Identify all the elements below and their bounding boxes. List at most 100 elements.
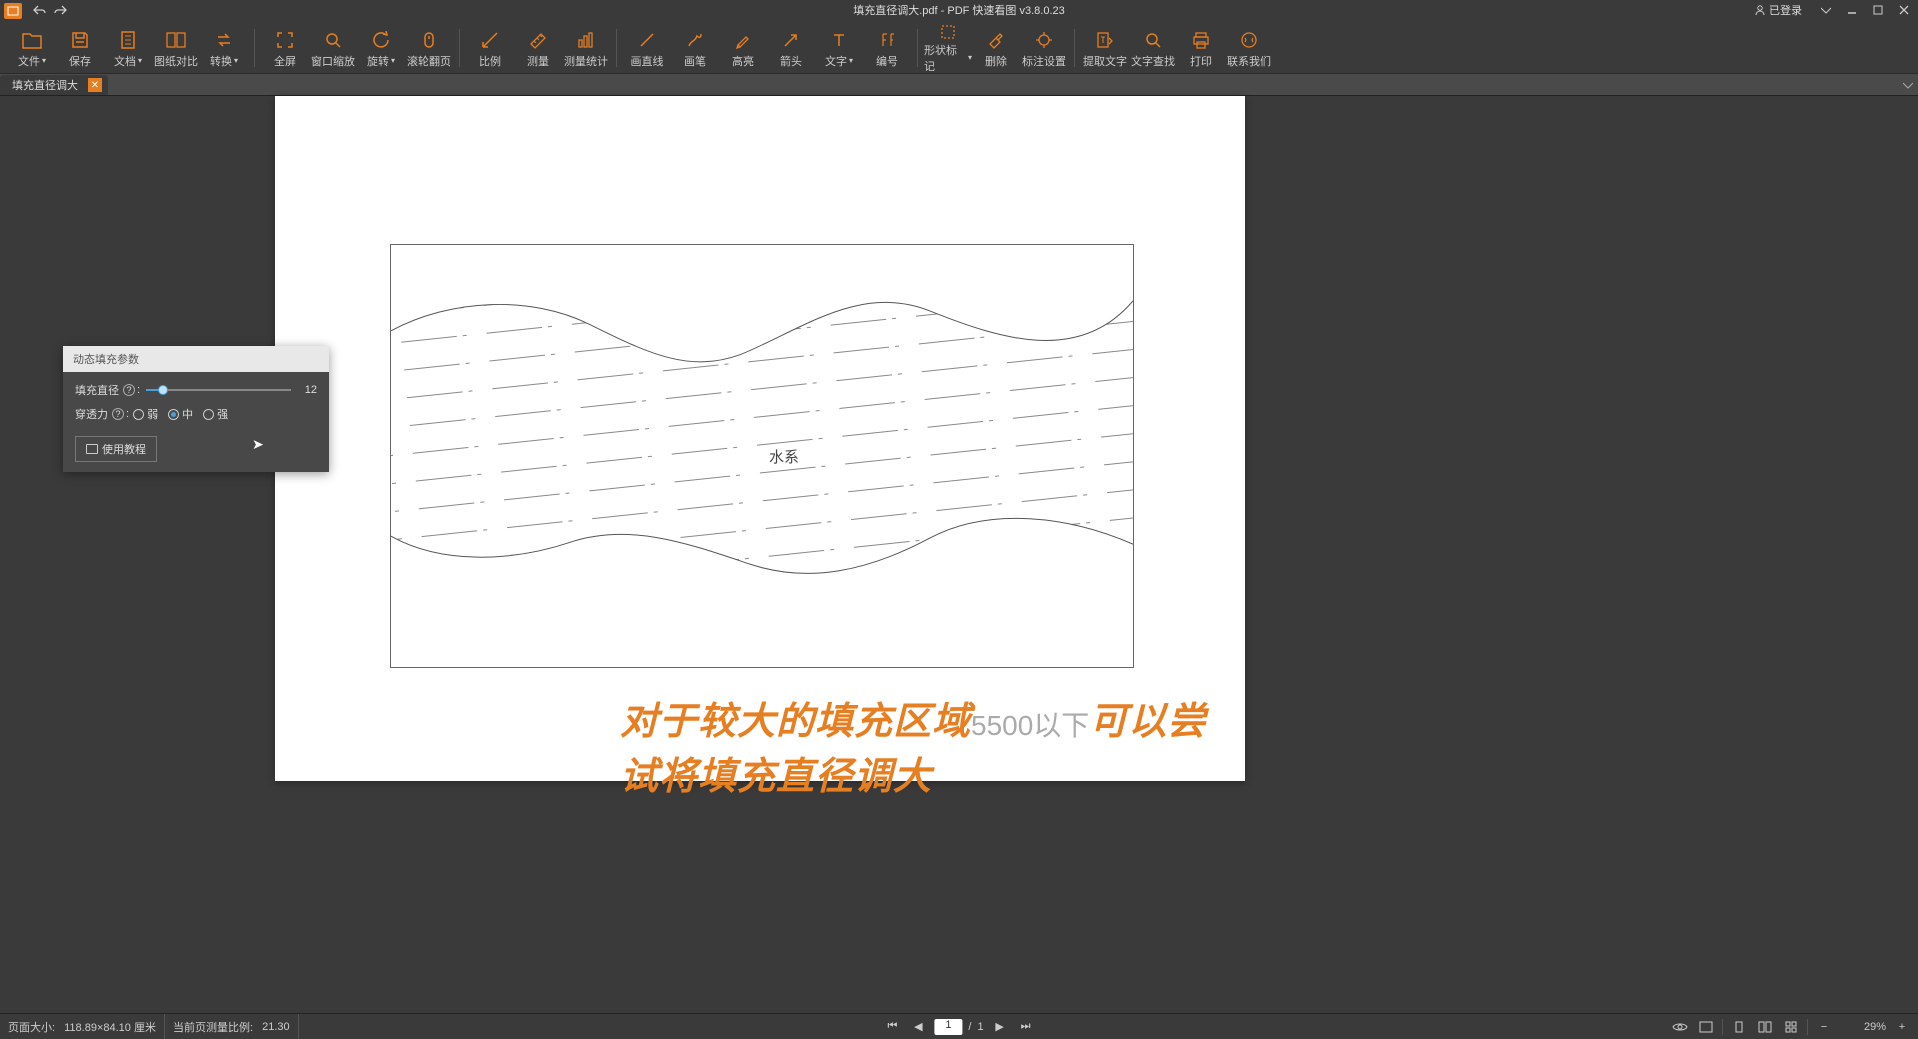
tool-提取文字[interactable]: 提取文字 xyxy=(1081,23,1129,73)
tool-文件[interactable]: 文件▾ xyxy=(8,23,56,73)
prev-page-button[interactable]: ◀ xyxy=(908,1017,928,1037)
minimize-button[interactable] xyxy=(1842,2,1862,18)
help-icon[interactable]: ? xyxy=(123,384,135,396)
tool-icon xyxy=(781,27,801,53)
page-input[interactable]: 1 xyxy=(934,1019,962,1035)
tool-编号[interactable]: 编号 xyxy=(863,23,911,73)
tool-画直线[interactable]: 画直线 xyxy=(623,23,671,73)
fill-params-panel[interactable]: 动态填充参数 填充直径?: 12 穿透力?: 弱 中 强 使用教程 xyxy=(63,346,329,472)
page-nav: ⏮ ◀ 1 / 1 ▶ ⏭ xyxy=(882,1017,1035,1037)
tool-保存[interactable]: 保存 xyxy=(56,23,104,73)
tool-label: 编号 xyxy=(876,53,898,69)
fit-icon[interactable] xyxy=(1696,1017,1716,1037)
tool-icon xyxy=(480,27,500,53)
radio-weak[interactable]: 弱 xyxy=(133,406,158,422)
diameter-slider[interactable] xyxy=(146,383,291,397)
tool-标注设置[interactable]: 标注设置 xyxy=(1020,23,1068,73)
close-button[interactable] xyxy=(1894,2,1914,18)
tool-icon xyxy=(275,27,295,53)
tool-label: 文档▾ xyxy=(114,53,142,69)
chevron-down-icon: ▾ xyxy=(138,56,142,65)
tool-icon xyxy=(637,27,657,53)
tool-label: 标注设置 xyxy=(1022,53,1066,69)
chevron-down-icon: ▾ xyxy=(849,56,853,65)
maximize-button[interactable] xyxy=(1868,2,1888,18)
expand-toggle[interactable] xyxy=(1898,75,1918,95)
menu-button[interactable] xyxy=(1816,2,1836,18)
tool-label: 箭头 xyxy=(780,53,802,69)
next-page-button[interactable]: ▶ xyxy=(990,1017,1010,1037)
app-icon xyxy=(4,3,22,19)
tool-文字查找[interactable]: 文字查找 xyxy=(1129,23,1177,73)
tool-label: 删除 xyxy=(985,53,1007,69)
help-icon[interactable]: ? xyxy=(112,408,124,420)
tool-icon xyxy=(877,27,897,53)
tool-icon xyxy=(938,22,958,42)
tool-icon xyxy=(527,27,549,53)
tool-联系我们[interactable]: 联系我们 xyxy=(1225,23,1273,73)
view-single-icon[interactable] xyxy=(1729,1017,1749,1037)
chevron-down-icon: ▾ xyxy=(42,56,46,65)
tool-删除[interactable]: 删除 xyxy=(972,23,1020,73)
redo-button[interactable] xyxy=(50,2,70,18)
statusbar: 页面大小: 118.89×84.10 厘米 当前页测量比例: 21.30 ⏮ ◀… xyxy=(0,1013,1918,1039)
tool-icon xyxy=(1095,27,1115,53)
page-total: 1 xyxy=(977,1021,983,1033)
radio-strong[interactable]: 强 xyxy=(203,406,228,422)
tab-label: 填充直径调大 xyxy=(12,77,78,93)
tool-测量统计[interactable]: 测量统计 xyxy=(562,23,610,73)
chevron-down-icon: ▾ xyxy=(391,56,395,65)
tool-旋转[interactable]: 旋转▾ xyxy=(357,23,405,73)
tool-icon xyxy=(419,27,439,53)
tool-label: 画笔 xyxy=(684,53,706,69)
tool-比例[interactable]: 比例 xyxy=(466,23,514,73)
tool-label: 转换▾ xyxy=(210,53,238,69)
zoom-in-button[interactable]: + xyxy=(1892,1017,1912,1037)
zoom-out-button[interactable]: − xyxy=(1814,1017,1834,1037)
tool-图纸对比[interactable]: 图纸对比 xyxy=(152,23,200,73)
tool-箭头[interactable]: 箭头 xyxy=(767,23,815,73)
undo-button[interactable] xyxy=(30,2,50,18)
tabbar: 填充直径调大 ✕ xyxy=(0,74,1918,96)
eye-icon[interactable] xyxy=(1670,1017,1690,1037)
tool-高亮[interactable]: 高亮 xyxy=(719,23,767,73)
document-tab[interactable]: 填充直径调大 ✕ xyxy=(0,75,108,95)
tool-label: 形状标记▾ xyxy=(924,42,972,74)
tool-文档[interactable]: 文档▾ xyxy=(104,23,152,73)
tool-icon xyxy=(21,27,43,53)
tool-转换[interactable]: 转换▾ xyxy=(200,23,248,73)
main-toolbar: 文件▾ 保存 文档▾ 图纸对比转换▾ 全屏窗口缩放旋转▾滚轮翻页比例测量测量统计画直线画… xyxy=(0,20,1918,74)
tool-打印[interactable]: 打印 xyxy=(1177,23,1225,73)
tool-窗口缩放[interactable]: 窗口缩放 xyxy=(309,23,357,73)
radio-medium[interactable]: 中 xyxy=(168,406,193,422)
tool-形状标记[interactable]: 形状标记▾ xyxy=(924,23,972,73)
caption-overlay: 对于较大的填充区域5500以下可以尝试将填充直径调大 xyxy=(620,690,1225,800)
login-status[interactable]: 已登录 xyxy=(1754,2,1802,18)
tool-测量[interactable]: 测量 xyxy=(514,23,562,73)
first-page-button[interactable]: ⏮ xyxy=(882,1017,902,1037)
tool-画笔[interactable]: 画笔 xyxy=(671,23,719,73)
tool-icon xyxy=(165,27,187,53)
last-page-button[interactable]: ⏭ xyxy=(1016,1017,1036,1037)
tool-label: 全屏 xyxy=(274,53,296,69)
tool-label: 保存 xyxy=(69,53,91,69)
tool-icon xyxy=(214,27,234,53)
pdf-page[interactable]: 水系 对于较大的填充区域5500以下可以尝试将填充直径调大 xyxy=(275,96,1245,781)
tool-label: 窗口缩放 xyxy=(311,53,355,69)
titlebar: 填充直径调大.pdf - PDF 快速看图 v3.8.0.23 已登录 xyxy=(0,0,1918,20)
zoom-value[interactable]: 29% xyxy=(1840,1021,1886,1033)
tool-label: 高亮 xyxy=(732,53,754,69)
close-icon[interactable]: ✕ xyxy=(88,78,102,92)
tool-滚轮翻页[interactable]: 滚轮翻页 xyxy=(405,23,453,73)
tool-label: 文字查找 xyxy=(1131,53,1175,69)
tool-icon xyxy=(371,27,391,53)
workspace[interactable]: 点击或长按左键填充，空格键退回上一步，右键完成 水系 xyxy=(0,96,1918,1013)
view-double-icon[interactable] xyxy=(1755,1017,1775,1037)
view-grid-icon[interactable] xyxy=(1781,1017,1801,1037)
panel-title: 动态填充参数 xyxy=(63,346,329,372)
tool-全屏[interactable]: 全屏 xyxy=(261,23,309,73)
tool-icon xyxy=(70,27,90,53)
tool-文字[interactable]: 文字▾ xyxy=(815,23,863,73)
tutorial-button[interactable]: 使用教程 xyxy=(75,436,157,462)
tool-icon xyxy=(1239,27,1259,53)
